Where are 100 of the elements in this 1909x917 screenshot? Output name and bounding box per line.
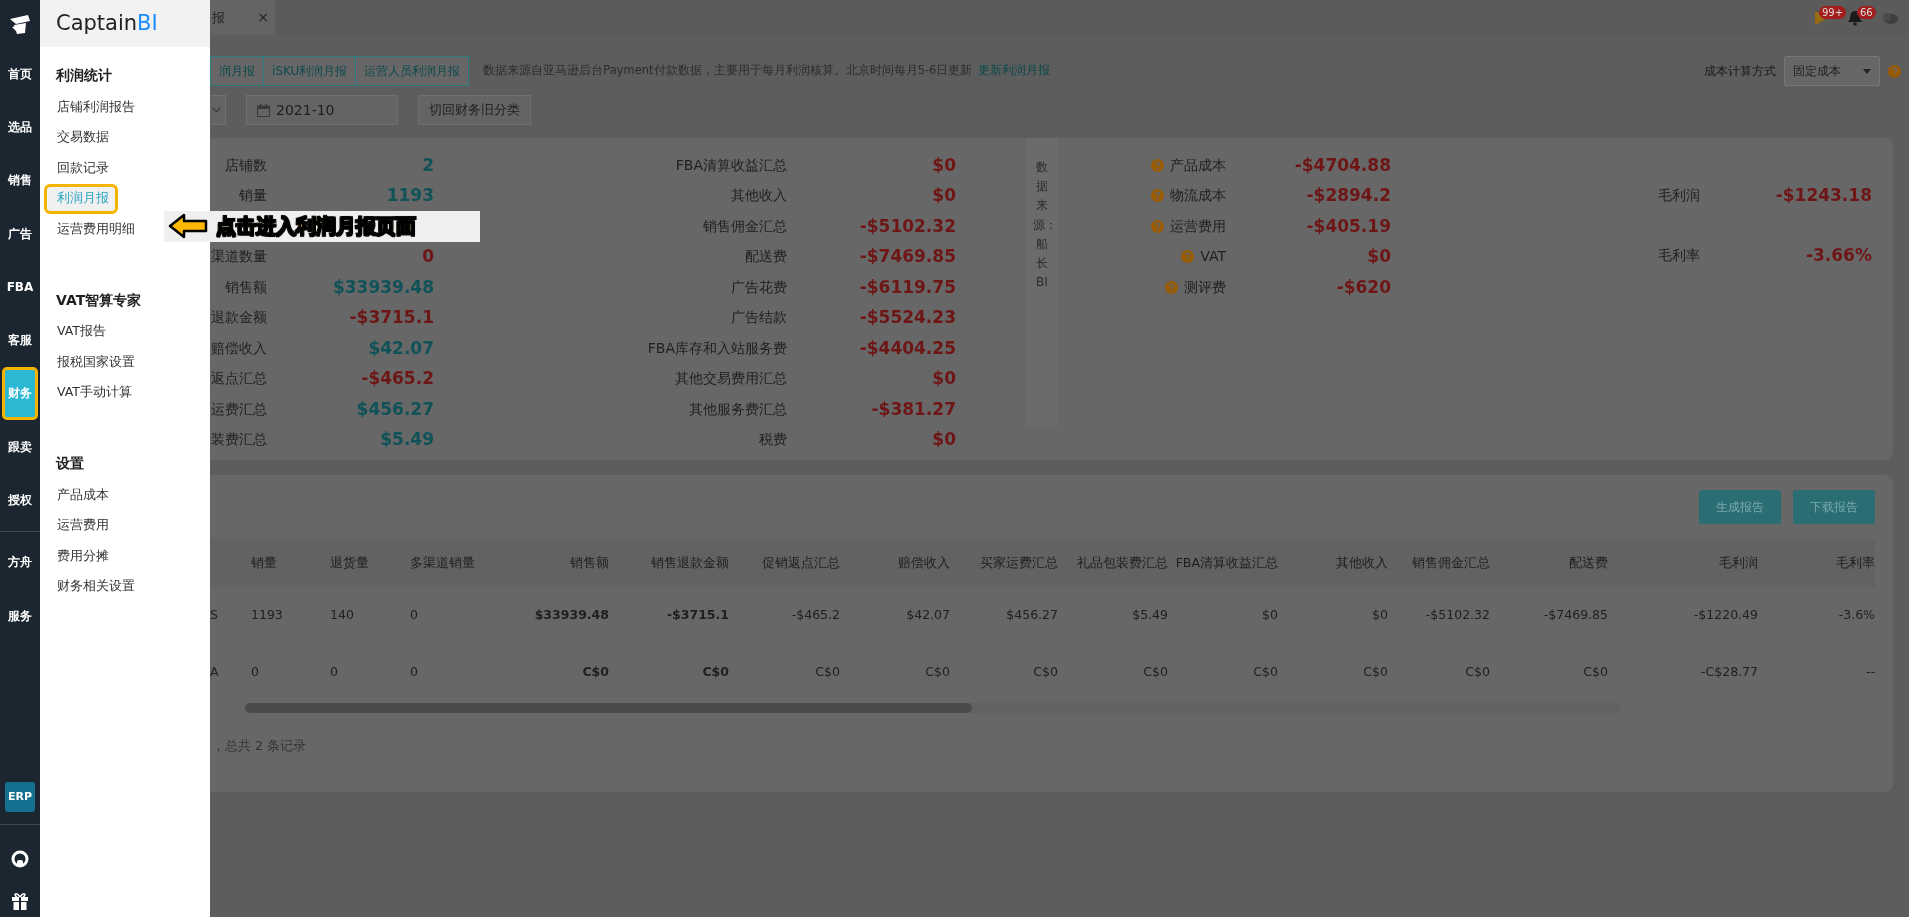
column-header: FBA清算收益汇总 [1168,539,1278,587]
column-header: 毛利率 [1758,539,1875,587]
table-cell: -C$28.77 [1608,644,1758,701]
help-icon [1888,64,1901,78]
select-field[interactable] [210,95,226,125]
support-icon[interactable] [10,849,30,869]
calendar-icon [257,103,270,117]
menu-item[interactable]: VAT报告 [44,316,115,347]
menu-item[interactable]: 运营费用明细 [44,214,144,245]
table-cell: $0 [1168,587,1278,644]
erp-button[interactable]: ERP [5,782,35,812]
table-cell: C$0 [840,644,950,701]
table-cell: 0 [410,587,530,644]
tab-label: 报 [212,8,225,27]
stat-value: -$4404.25 [858,336,956,360]
caret-icon [1863,68,1871,74]
stat-label: FBA清算收益汇总 [675,155,787,175]
table-cell: $5.49 [1058,587,1168,644]
column-header: 其他收入 [1278,539,1388,587]
table-cell: C$0 [1168,644,1278,701]
stat-value: 2 [421,153,434,177]
stat-label: 测评费 [1184,277,1226,297]
table-cell: $0 [1278,587,1388,644]
menu-item[interactable]: 报税国家设置 [44,347,144,378]
nav-item[interactable]: 客服 [2,313,38,367]
nav-item[interactable]: FBA [2,260,38,314]
menu-item[interactable]: 财务相关设置 [44,571,144,602]
stat-value: -$405.19 [1305,214,1391,238]
stat-label: 赔偿收入 [211,338,267,358]
nav-item[interactable]: 跟卖 [2,420,38,474]
help-icon[interactable] [1151,219,1164,233]
stat-label: 产品成本 [1170,155,1226,175]
stat-label: 店铺数 [225,155,267,175]
stat-label: VAT [1200,247,1226,267]
source-text: 数据来源：船长BI [1033,159,1051,292]
stat-label: 配送费 [745,247,787,267]
select-value: 固定成本 [1793,63,1841,80]
table-cell: C$0 [950,644,1058,701]
callout-text: 点击进入利润月报页面 [216,213,416,241]
table-cell: $42.07 [840,587,950,644]
table-cell: C$0 [1490,644,1608,701]
stat-value: $33939.48 [331,275,434,299]
stat-value: -$7469.85 [858,245,956,268]
arrow-icon [168,213,208,240]
stat-value: -$2894.2 [1305,184,1391,207]
help-icon[interactable] [1151,189,1164,203]
nav-item[interactable]: 授权 [2,473,38,527]
help-icon[interactable] [1181,250,1195,264]
stat-label: 渠道数量 [211,247,267,267]
help-icon[interactable] [1151,158,1164,172]
column-header: 销售退款金额 [609,539,729,587]
stat-label: 其他服务费汇总 [689,399,787,419]
stat-label: 广告花费 [731,277,787,297]
column-header: 配送费 [1490,539,1608,587]
table-cell-text: C$0 [581,663,609,682]
section-title: 设置 [54,454,85,473]
table-cell: 1193 [251,587,330,644]
nav-item[interactable]: 广告 [2,206,38,261]
menu-item[interactable]: 产品成本 [44,480,118,511]
menu-item[interactable]: VAT手动计算 [44,377,141,408]
stat-value: $456.27 [355,397,434,421]
menu-item[interactable]: 回款记录 [44,153,118,184]
menu-item[interactable]: 店铺利润报告 [44,92,144,123]
column-header: 礼品包装费汇总 [1058,539,1168,587]
logo-icon [8,12,32,35]
stat-label: 毛利润 [1658,185,1700,205]
table-cell: C$0 [1278,644,1388,701]
stat-label: 其他收入 [731,186,787,206]
help-icon[interactable] [1165,280,1178,294]
stat-value: $0 [931,184,956,207]
table-cell: -$7469.85 [1490,587,1608,644]
menu-item[interactable]: 费用分摊 [44,541,118,572]
stat-label: 税费 [759,430,787,450]
section-title: VAT智算专家 [55,290,143,310]
stat-value: -$620 [1335,275,1391,299]
stat-label: 销售额 [225,277,267,297]
column-header: 毛利润 [1608,539,1758,587]
horizontal-scrollbar[interactable] [245,703,1620,713]
column-header: 销量 [251,539,330,587]
section-title: 利润统计 [55,66,113,85]
nav-item[interactable]: 销售 [2,153,38,207]
nav-item[interactable]: 首页 [2,47,38,101]
nav-item[interactable]: 选品 [2,100,38,154]
gift-icon[interactable] [10,891,30,911]
menu-item[interactable]: 运营费用 [44,510,118,541]
stat-label: 返点汇总 [211,369,267,389]
table-cell: -3.6% [1758,587,1875,644]
table-cell: C$0 [609,644,729,701]
stat-value: -$465.2 [360,367,434,390]
table-cell: 140 [330,587,410,644]
menu-item[interactable]: 交易数据 [44,122,118,153]
nav-item[interactable]: 方舟 [2,535,38,589]
table-cell: -$3715.1 [609,587,729,644]
table-cell: C$0 [729,644,840,701]
count-badge: 66 [1857,5,1876,19]
stat-label: 销售佣金汇总 [703,216,787,236]
table-cell: C$0 [1058,644,1168,701]
stat-value: -$5524.23 [858,306,956,329]
table-cell: A [210,644,251,701]
nav-item[interactable]: 服务 [2,588,38,643]
